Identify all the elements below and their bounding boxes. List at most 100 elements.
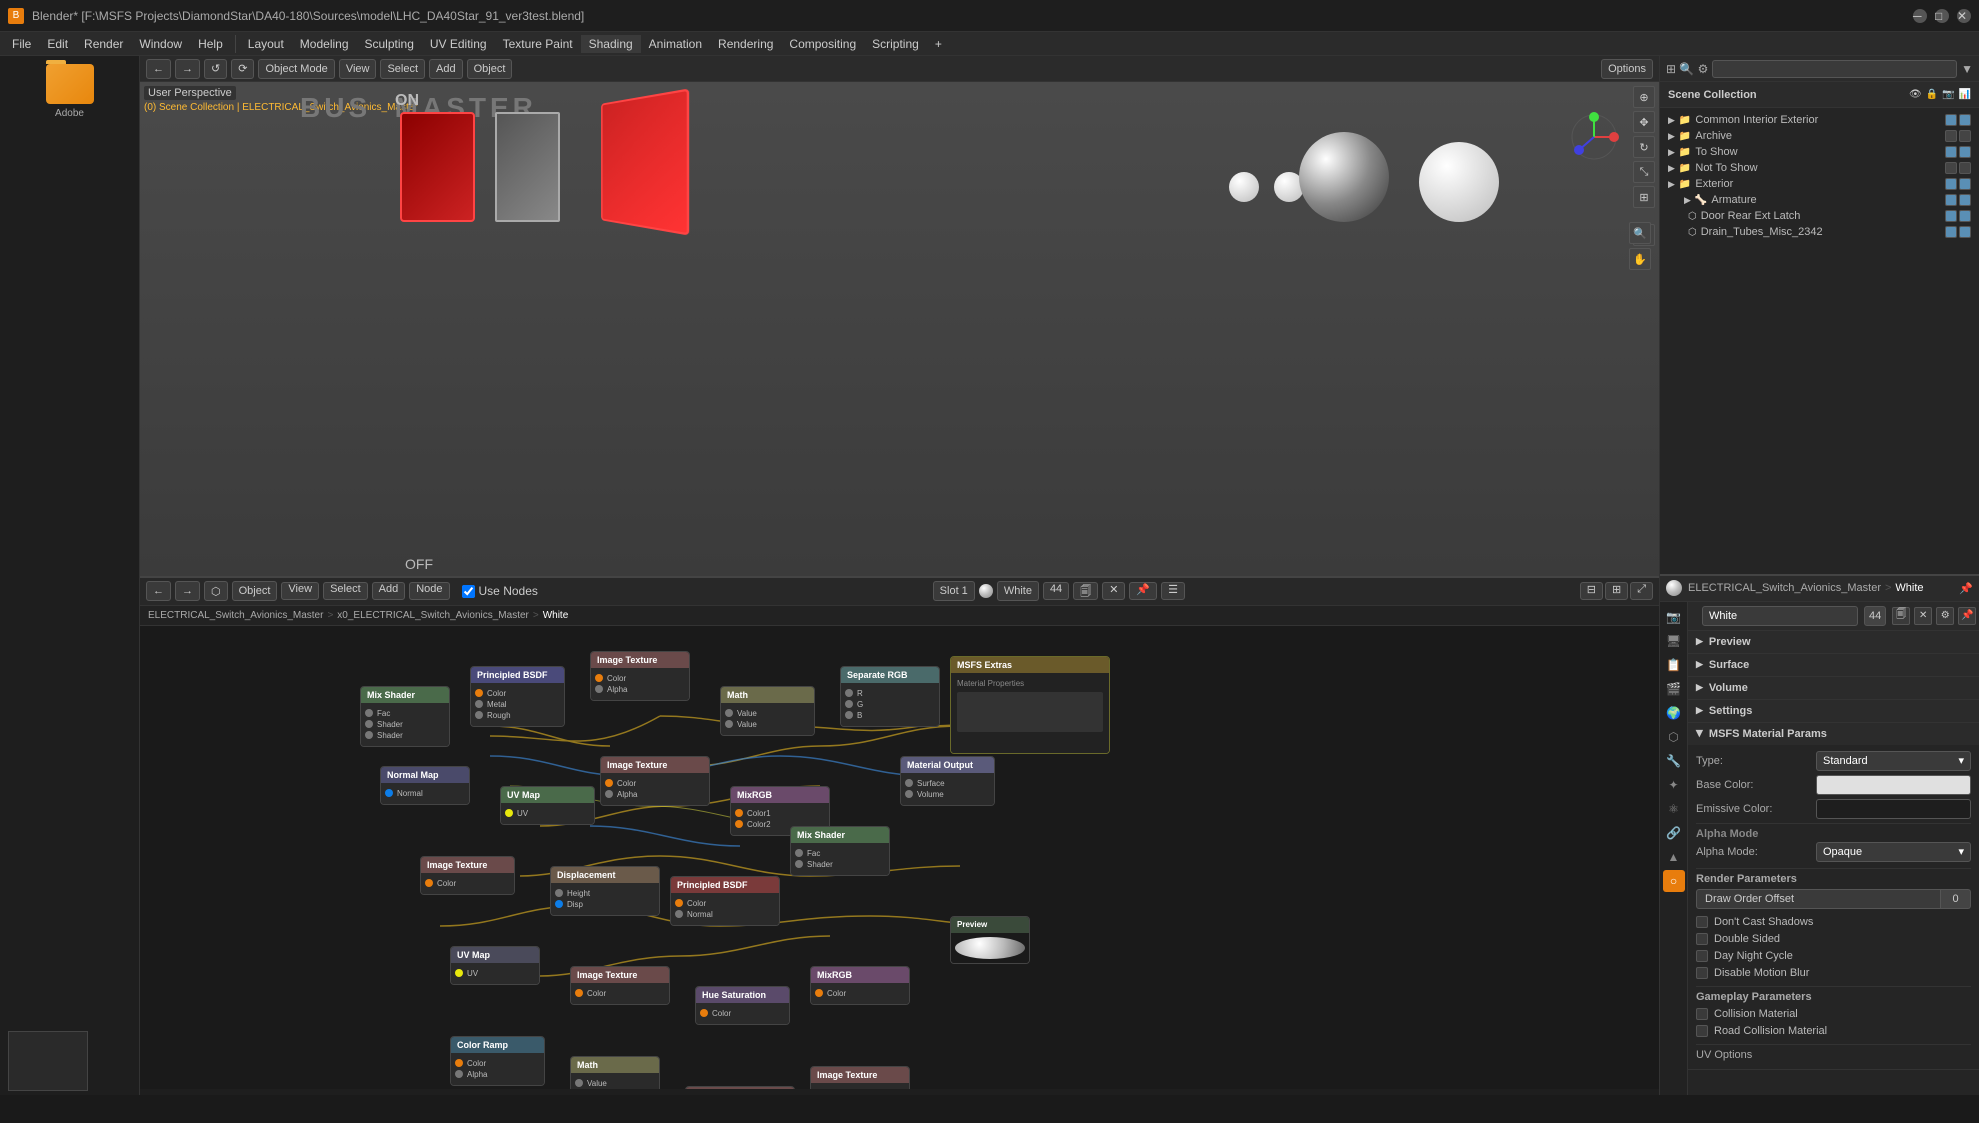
section-surface-header[interactable]: ▶ Surface	[1688, 654, 1979, 676]
node-6[interactable]: Normal Map Normal	[380, 766, 470, 805]
node-17[interactable]: Hue Saturation Color	[695, 986, 790, 1025]
scene-search-bar[interactable]	[1712, 60, 1957, 78]
node-3[interactable]: Image Texture Color Alpha	[590, 651, 690, 701]
prop-icon-constraints[interactable]: 🔗	[1663, 822, 1685, 844]
vp-select-btn[interactable]: Select	[380, 59, 425, 79]
vp-options-btn[interactable]: Options	[1601, 59, 1653, 79]
tree-item-4[interactable]: ▶ 📁 Exterior	[1664, 176, 1975, 192]
scene-filter-btn[interactable]: ▼	[1961, 62, 1973, 76]
check-row-motion-blur[interactable]: Disable Motion Blur	[1696, 966, 1971, 980]
node-10[interactable]: Displacement Height Disp	[550, 866, 660, 916]
sidebar-folder-adobe[interactable]: Adobe	[0, 56, 139, 127]
node-2[interactable]: Principled BSDF Color Metal Rough	[470, 666, 565, 727]
node-21[interactable]: Image Texture Color	[685, 1086, 795, 1090]
ne-node-btn[interactable]: Node	[409, 582, 449, 600]
ne-nav-back[interactable]: ←	[146, 581, 171, 601]
menu-shading[interactable]: Shading	[581, 35, 641, 53]
tree-cb-view-1[interactable]	[1945, 130, 1957, 142]
node-18[interactable]: MixRGB Color	[810, 966, 910, 1005]
tree-item-5[interactable]: ▶ 🦴 Armature	[1664, 192, 1975, 208]
mat-delete-icon[interactable]: ✕	[1914, 607, 1932, 625]
menu-render[interactable]: Render	[76, 35, 131, 53]
vp-pan-btn[interactable]: ✋	[1629, 248, 1651, 270]
tree-cb-view-4[interactable]	[1945, 178, 1957, 190]
menu-texture-paint[interactable]: Texture Paint	[495, 35, 581, 53]
tree-item-1[interactable]: ▶ 📁 Archive	[1664, 128, 1975, 144]
checkbox-road-collision[interactable]	[1696, 1025, 1708, 1037]
node-12[interactable]: Principled BSDF Color Normal	[670, 876, 780, 926]
ne-nav-fwd[interactable]: →	[175, 581, 200, 601]
ne-breadcrumb-part-0[interactable]: ELECTRICAL_Switch_Avionics_Master	[148, 610, 323, 621]
menu-edit[interactable]: Edit	[39, 35, 76, 53]
vp-object-btn[interactable]: Object	[467, 59, 513, 79]
ne-mat-pin[interactable]: 📌	[1129, 582, 1157, 600]
prop-icon-object[interactable]: ⬡	[1663, 726, 1685, 748]
menu-add-workspace[interactable]: +	[927, 35, 950, 53]
check-row-double-sided[interactable]: Double Sided	[1696, 932, 1971, 946]
ne-view-toggle-1[interactable]: ⊟	[1580, 582, 1603, 600]
node-20[interactable]: Math Value	[570, 1056, 660, 1090]
scene-render-icon[interactable]: 📷	[1942, 89, 1954, 100]
node-preview[interactable]: MSFS Extras Material Properties	[950, 656, 1110, 754]
vp-tool-cursor[interactable]: ⊕	[1633, 86, 1655, 108]
tree-item-2[interactable]: ▶ 📁 To Show	[1664, 144, 1975, 160]
menu-scripting[interactable]: Scripting	[864, 35, 927, 53]
prop-icon-modifier[interactable]: 🔧	[1663, 750, 1685, 772]
prop-icon-output[interactable]: 🖥	[1663, 630, 1685, 652]
vp-add-btn[interactable]: Add	[429, 59, 463, 79]
ne-mat-del[interactable]: ✕	[1102, 582, 1125, 600]
prop-icon-world[interactable]: 🌍	[1663, 702, 1685, 724]
vp-refresh[interactable]: ⟳	[231, 59, 254, 79]
prop-icon-data[interactable]: ▲	[1663, 846, 1685, 868]
prop-icon-particles[interactable]: ✦	[1663, 774, 1685, 796]
ne-material-btn[interactable]: Object	[232, 581, 278, 601]
menu-window[interactable]: Window	[131, 35, 190, 53]
tree-cb-render-3[interactable]	[1959, 162, 1971, 174]
prop-icon-view-layer[interactable]: 📋	[1663, 654, 1685, 676]
vp-zoom-btn[interactable]: 🔍	[1629, 222, 1651, 244]
ne-material-name[interactable]: White	[997, 581, 1039, 601]
mat-header-pin[interactable]: 📌	[1959, 582, 1973, 595]
tree-cb-render-1[interactable]	[1959, 130, 1971, 142]
menu-compositing[interactable]: Compositing	[781, 35, 864, 53]
node-4[interactable]: Image Texture Color Alpha	[600, 756, 710, 806]
check-row-collision[interactable]: Collision Material	[1696, 1007, 1971, 1021]
section-msfs-header[interactable]: ▶ MSFS Material Params	[1688, 723, 1979, 745]
tree-item-6[interactable]: ⬡ Door Rear Ext Latch	[1664, 208, 1975, 224]
ne-overlay-btn[interactable]: ☰	[1161, 582, 1185, 600]
tree-cb-view-7[interactable]	[1945, 226, 1957, 238]
section-volume-header[interactable]: ▶ Volume	[1688, 677, 1979, 699]
tree-cb-view-5[interactable]	[1945, 194, 1957, 206]
prop-icon-render[interactable]: 📷	[1663, 606, 1685, 628]
prop-base-color-swatch[interactable]	[1816, 775, 1971, 795]
draw-order-label[interactable]: Draw Order Offset	[1696, 889, 1941, 909]
checkbox-motion-blur[interactable]	[1696, 967, 1708, 979]
tree-cb-render-7[interactable]	[1959, 226, 1971, 238]
mat-name-input[interactable]	[1702, 606, 1858, 626]
prop-emissive-color-swatch[interactable]	[1816, 799, 1971, 819]
tree-cb-render-6[interactable]	[1959, 210, 1971, 222]
vp-tool-rotate[interactable]: ↻	[1633, 136, 1655, 158]
vp-nav-fwd[interactable]: →	[175, 59, 200, 79]
menu-sculpting[interactable]: Sculpting	[357, 35, 422, 53]
menu-animation[interactable]: Animation	[641, 35, 710, 53]
scene-data-icon[interactable]: 📊	[1959, 89, 1971, 100]
vp-tool-transform[interactable]: ⊞	[1633, 186, 1655, 208]
vp-nav-back[interactable]: ←	[146, 59, 171, 79]
vp-rotate-mode[interactable]: ↺	[204, 59, 227, 79]
vp-object-mode[interactable]: Object Mode	[258, 59, 334, 79]
close-button[interactable]: ✕	[1957, 9, 1971, 23]
prop-icon-scene[interactable]: 🎬	[1663, 678, 1685, 700]
checkbox-collision[interactable]	[1696, 1008, 1708, 1020]
menu-rendering[interactable]: Rendering	[710, 35, 781, 53]
scene-restrict-icon[interactable]: 🔒	[1926, 89, 1938, 100]
check-row-road-collision[interactable]: Road Collision Material	[1696, 1024, 1971, 1038]
mat-settings-icon[interactable]: ⚙	[1936, 607, 1954, 625]
menu-layout[interactable]: Layout	[240, 35, 292, 53]
node-13[interactable]: Mix Shader Fac Shader	[790, 826, 890, 876]
node-9[interactable]: Separate RGB R G B	[840, 666, 940, 727]
scene-view-icon[interactable]: 👁	[1909, 89, 1922, 100]
tree-cb-render-0[interactable]	[1959, 114, 1971, 126]
ne-view-btn[interactable]: View	[281, 582, 319, 600]
ne-use-nodes-checkbox[interactable]	[462, 585, 475, 598]
